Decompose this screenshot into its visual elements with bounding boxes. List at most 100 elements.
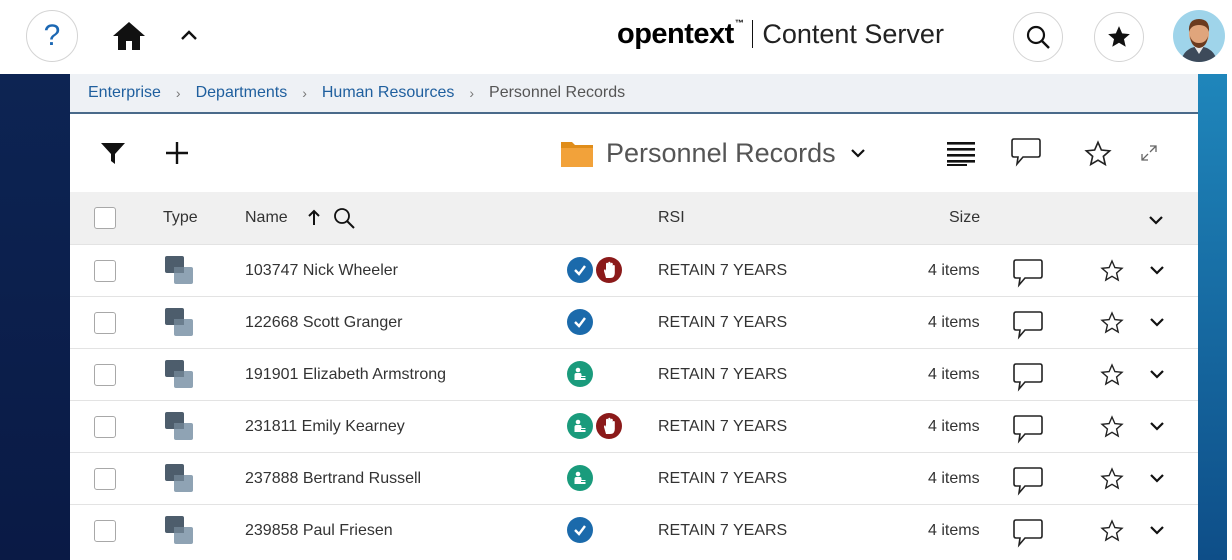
table-row[interactable]: 191901 Elizabeth Armstrong RETAIN 7 YEARS… [70, 348, 1198, 400]
brand-divider [752, 20, 754, 48]
comment-icon[interactable] [1012, 361, 1044, 398]
status-reserved-icon[interactable] [567, 413, 593, 439]
title-menu-button[interactable] [850, 148, 866, 158]
filter-icon [101, 143, 125, 164]
breadcrumb-separator: › [302, 85, 307, 101]
row-expand-chevron-down-icon[interactable] [1149, 314, 1165, 332]
star-outline-icon[interactable] [1100, 467, 1124, 496]
status-checked-icon[interactable] [567, 517, 593, 543]
row-status-icons [567, 413, 622, 439]
row-checkbox[interactable] [94, 312, 116, 334]
table-row[interactable]: 122668 Scott Granger RETAIN 7 YEARS 4 item… [70, 296, 1198, 348]
comment-icon[interactable] [1012, 517, 1044, 554]
row-expand-chevron-down-icon[interactable] [1149, 470, 1165, 488]
row-expand-chevron-down-icon[interactable] [1149, 262, 1165, 280]
row-name-link[interactable]: 122668 Scott Granger [245, 314, 402, 332]
status-reserved-icon[interactable] [567, 465, 593, 491]
table-row[interactable]: 103747 Nick Wheeler RETAIN 7 YEARS 4 items [70, 244, 1198, 296]
brand-product: Content Server [762, 18, 944, 49]
row-status-icons [567, 517, 593, 543]
status-reserved-icon[interactable] [567, 361, 593, 387]
collapse-header-button[interactable] [176, 22, 202, 48]
row-expand-chevron-down-icon[interactable] [1149, 522, 1165, 540]
row-name-link[interactable]: 103747 Nick Wheeler [245, 262, 398, 280]
compound-document-icon[interactable] [162, 410, 198, 444]
breadcrumb-human-resources[interactable]: Human Resources [322, 84, 455, 102]
container-title[interactable]: Personnel Records [560, 134, 866, 172]
comments-button[interactable] [1010, 136, 1042, 173]
row-size: 4 items [928, 522, 980, 539]
row-name-link[interactable]: 231811 Emily Kearney [245, 418, 405, 436]
row-name-link[interactable]: 239858 Paul Friesen [245, 522, 393, 540]
table-row[interactable]: 237888 Bertrand Russell RETAIN 7 YEARS 4 i… [70, 452, 1198, 504]
column-header-rsi[interactable]: RSI [658, 209, 685, 227]
comment-icon[interactable] [1012, 309, 1044, 346]
comment-icon[interactable] [1012, 465, 1044, 502]
search-button[interactable] [1013, 12, 1063, 62]
star-outline-icon[interactable] [1100, 311, 1124, 340]
star-outline-icon[interactable] [1100, 259, 1124, 288]
comment-icon[interactable] [1012, 413, 1044, 450]
breadcrumb-enterprise[interactable]: Enterprise [88, 84, 161, 102]
table-header: Type Name RSI Size [70, 192, 1198, 244]
column-header-size[interactable]: Size [949, 209, 980, 227]
star-outline-icon[interactable] [1100, 363, 1124, 392]
breadcrumb: Enterprise › Departments › Human Resourc… [70, 74, 1198, 114]
home-button[interactable] [111, 19, 147, 53]
compound-document-icon[interactable] [162, 254, 198, 288]
description-lines-icon [947, 142, 975, 166]
row-checkbox[interactable] [94, 468, 116, 490]
compound-document-icon[interactable] [162, 358, 198, 392]
filter-button[interactable] [98, 138, 128, 168]
star-outline-icon [1084, 140, 1112, 167]
compound-document-icon[interactable] [162, 306, 198, 340]
row-checkbox[interactable] [94, 416, 116, 438]
row-size: 4 items [928, 470, 980, 487]
user-avatar[interactable] [1173, 10, 1225, 62]
status-hold-icon[interactable] [596, 413, 622, 439]
select-all-checkbox[interactable] [94, 207, 116, 229]
add-item-button[interactable] [162, 138, 192, 168]
status-checked-icon[interactable] [567, 257, 593, 283]
row-checkbox[interactable] [94, 520, 116, 542]
compound-document-icon[interactable] [162, 514, 198, 548]
row-checkbox[interactable] [94, 260, 116, 282]
left-background-panel [0, 74, 70, 560]
table-row[interactable]: 239858 Paul Friesen RETAIN 7 YEARS 4 items [70, 504, 1198, 556]
help-icon: ? [43, 19, 61, 52]
chevron-down-icon [850, 149, 865, 158]
favorites-button[interactable] [1094, 12, 1144, 62]
column-header-name[interactable]: Name [245, 209, 288, 227]
expand-icon [1141, 145, 1157, 161]
row-rsi: RETAIN 7 YEARS [658, 470, 788, 487]
row-expand-chevron-down-icon[interactable] [1149, 418, 1165, 436]
chevron-up-icon [181, 30, 197, 40]
page-title: Personnel Records [606, 137, 836, 168]
description-toggle-button[interactable] [946, 140, 976, 171]
table-row[interactable]: 231811 Emily Kearney RETAIN 7 YEARS 4 item… [70, 400, 1198, 452]
sort-ascending-icon[interactable] [307, 209, 321, 232]
right-edge-strip [1227, 74, 1232, 560]
column-settings-chevron-down-icon[interactable] [1148, 212, 1164, 230]
breadcrumb-separator: › [175, 85, 181, 101]
column-header-type[interactable]: Type [163, 209, 198, 227]
star-outline-icon[interactable] [1100, 415, 1124, 444]
star-filled-icon [1108, 26, 1130, 47]
status-hold-icon[interactable] [596, 257, 622, 283]
comment-icon[interactable] [1012, 257, 1044, 294]
star-outline-icon[interactable] [1100, 519, 1124, 548]
row-expand-chevron-down-icon[interactable] [1149, 366, 1165, 384]
row-name-link[interactable]: 237888 Bertrand Russell [245, 470, 421, 488]
row-status-icons [567, 257, 622, 283]
breadcrumb-departments[interactable]: Departments [196, 84, 288, 102]
name-filter-search-icon[interactable] [332, 206, 356, 235]
row-checkbox[interactable] [94, 364, 116, 386]
search-icon [1026, 25, 1050, 49]
row-name-link[interactable]: 191901 Elizabeth Armstrong [245, 366, 446, 384]
help-button[interactable]: ? [26, 10, 78, 62]
compound-document-icon[interactable] [162, 462, 198, 496]
row-rsi: RETAIN 7 YEARS [658, 314, 788, 331]
status-checked-icon[interactable] [567, 309, 593, 335]
favorite-toggle-button[interactable] [1084, 140, 1112, 173]
expand-view-button[interactable] [1140, 144, 1158, 167]
